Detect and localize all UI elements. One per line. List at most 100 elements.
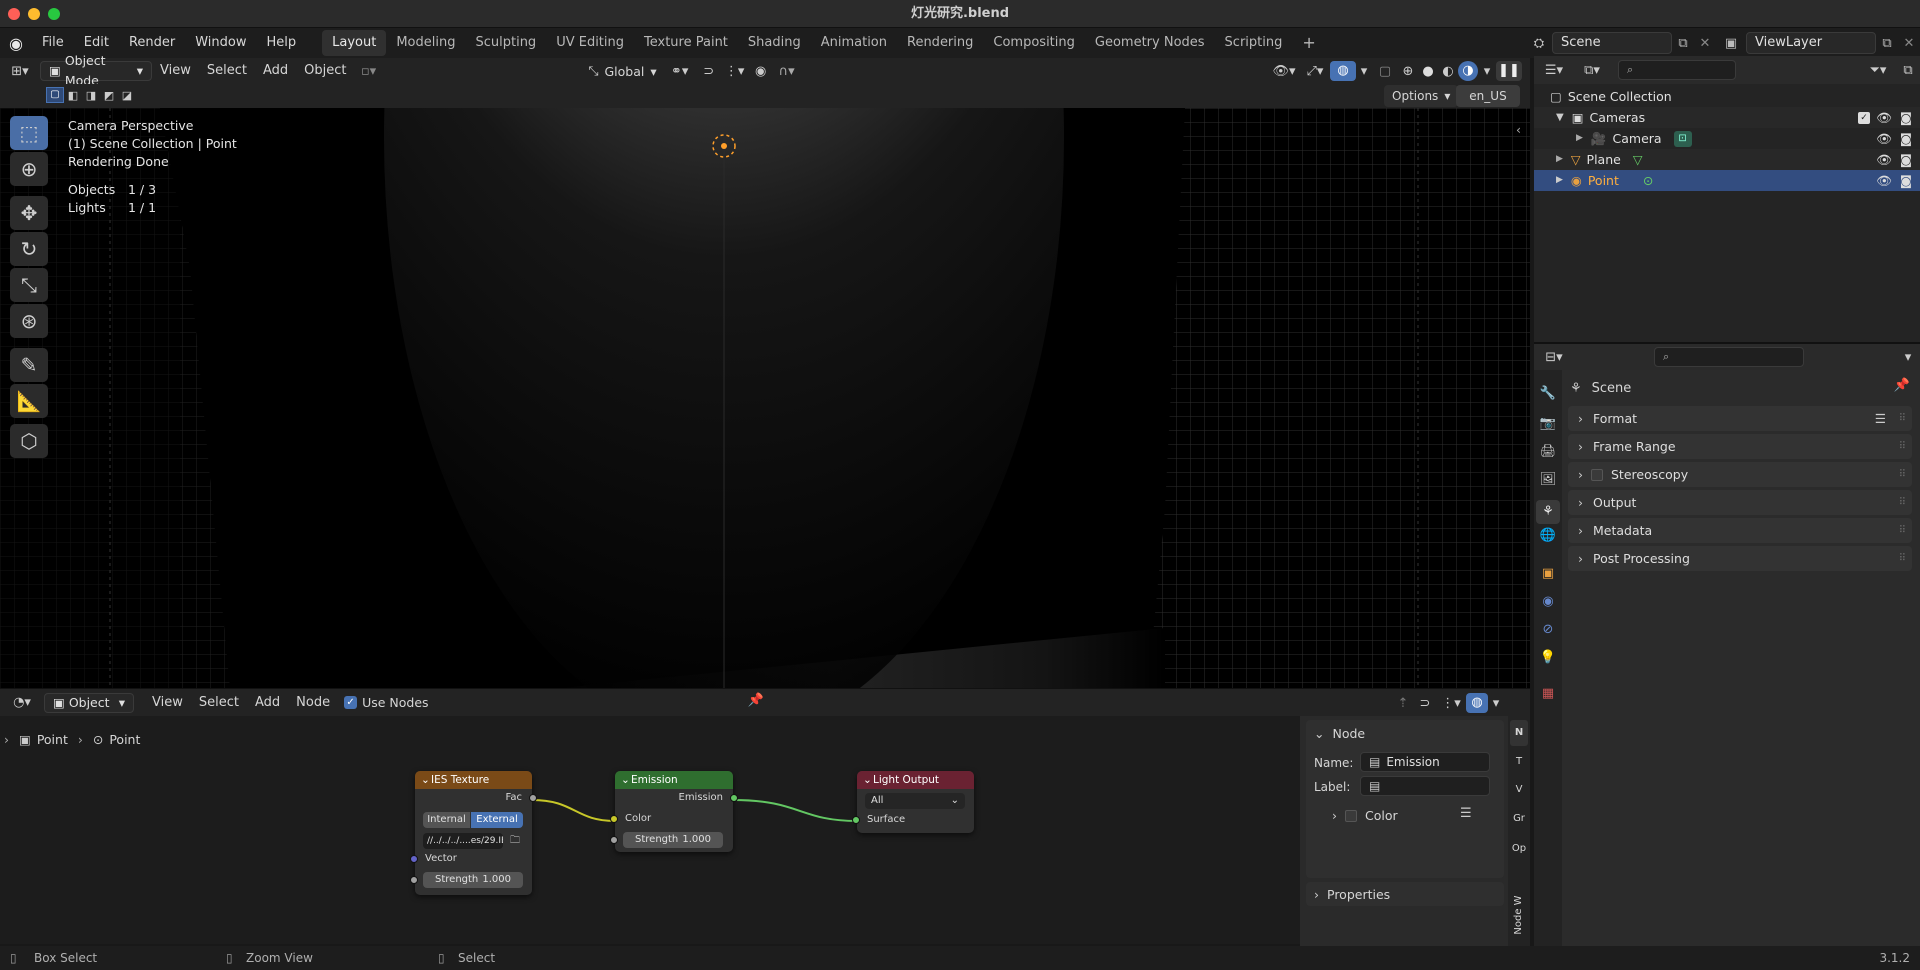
sidebar-tab-view[interactable]: V (1510, 778, 1528, 802)
options-dropdown[interactable]: Options ▾ (1384, 85, 1459, 107)
outliner-search-input[interactable]: ⌕ (1618, 60, 1736, 80)
tab-sculpting[interactable]: Sculpting (465, 30, 546, 56)
viewport-3d[interactable]: ⬚ ⊕ ✥ ↻ ⤡ ⊛ ✎ 📐 ⬡ Camera Perspective (1)… (0, 108, 1530, 688)
tab-compositing[interactable]: Compositing (983, 30, 1085, 56)
shading-dropdown-icon[interactable]: ▾ (1478, 64, 1496, 79)
node-label-field[interactable]: ▤ (1360, 776, 1490, 796)
light-output-target-dropdown[interactable]: All ⌄ (865, 793, 965, 809)
gizmo-icon[interactable]: ⤢▾ (1300, 64, 1330, 79)
pin-icon[interactable]: 📌 (746, 693, 766, 708)
overlays-icon[interactable]: ◍ (1330, 61, 1356, 81)
camera-render-icon[interactable]: ◙ (1900, 170, 1912, 191)
ne-snap-target-icon[interactable]: ⋮▾ (1436, 696, 1466, 711)
snap-icon[interactable]: ⊃ (697, 64, 721, 79)
properties-search-input[interactable]: ⌕ (1654, 347, 1804, 367)
mode-dropdown[interactable]: ▣ Object Mode ▾ (40, 53, 152, 88)
menu-object[interactable]: Object (296, 60, 354, 82)
new-collection-icon[interactable]: ⧉ (1896, 63, 1920, 78)
outliner-row-camera[interactable]: ▶ 🎥 Camera ⊡ 👁 ◙ (1534, 128, 1920, 149)
ne-menu-view[interactable]: View (144, 692, 191, 714)
eye-icon[interactable]: 👁 (1876, 107, 1892, 128)
output-tab-icon[interactable]: 🖨 (1538, 444, 1558, 459)
measure-tool[interactable]: 📐 (10, 384, 48, 418)
light-data-tab-icon[interactable]: 💡 (1538, 650, 1558, 665)
pause-render-icon[interactable]: ❚❚ (1496, 61, 1522, 81)
emission-color-socket[interactable] (610, 815, 618, 823)
annotate-tool[interactable]: ✎ (10, 348, 48, 382)
menu-view[interactable]: View (152, 60, 199, 82)
node-properties-panel[interactable]: › Properties (1306, 882, 1504, 906)
object-type-visibility-icon[interactable]: ▫▾ (354, 64, 382, 79)
menu-add[interactable]: Add (255, 60, 296, 82)
expand-arrow-icon[interactable]: ▶ (1556, 149, 1563, 170)
scene-name-field[interactable]: Scene (1552, 32, 1672, 54)
cursor-tool[interactable]: ⊕ (10, 152, 48, 186)
new-scene-icon[interactable]: ⧉ (1672, 36, 1694, 51)
ne-menu-select[interactable]: Select (191, 692, 247, 714)
ies-strength-field[interactable]: Strength 1.000 (423, 872, 523, 888)
expand-arrow-icon[interactable]: ▼ (1556, 107, 1564, 128)
scale-tool[interactable]: ⤡ (10, 268, 48, 302)
presets-icon[interactable]: ☰ (1875, 406, 1886, 431)
proportional-edit-icon[interactable]: ◉ (749, 64, 773, 79)
outliner-row-point[interactable]: ▶ ◉ Point ⊙ 👁 ◙ (1534, 170, 1920, 191)
snap-target-icon[interactable]: ⋮▾ (721, 64, 749, 79)
constraints-tab-icon[interactable]: ⊘ (1538, 622, 1558, 637)
use-nodes-toggle[interactable]: ✓ Use Nodes (344, 695, 429, 710)
pin-icon[interactable]: 📌 (1894, 378, 1910, 393)
stereoscopy-checkbox[interactable] (1591, 468, 1603, 481)
menu-select[interactable]: Select (199, 60, 255, 82)
move-tool[interactable]: ✥ (10, 196, 48, 230)
world-tab-icon[interactable]: 🌐 (1538, 528, 1558, 543)
drag-handle-icon[interactable]: ⠿ (1899, 434, 1906, 459)
tab-layout[interactable]: Layout (322, 30, 387, 56)
properties-options-icon[interactable]: ▾ (1896, 350, 1920, 365)
panel-post-processing[interactable]: › Post Processing ⠿ (1568, 546, 1912, 571)
parent-tree-icon[interactable]: ⇡ (1392, 696, 1414, 711)
expand-arrow-icon[interactable]: ▶ (1576, 128, 1583, 149)
sidebar-tab-tool[interactable]: T (1510, 750, 1528, 774)
texture-tab-icon[interactable]: ▦ (1538, 686, 1558, 701)
light-output-node[interactable]: ⌄ Light Output All ⌄ Surface (852, 771, 974, 833)
tab-rendering[interactable]: Rendering (897, 30, 983, 56)
ies-external-button[interactable]: External (471, 812, 523, 828)
transform-tool[interactable]: ⊛ (10, 304, 48, 338)
expand-arrow-icon[interactable]: ▶ (1556, 170, 1563, 191)
ies-texture-node[interactable]: ⌄ IES Texture Fac Internal External //../… (410, 771, 537, 895)
eye-icon[interactable]: 👁 (1876, 149, 1892, 170)
add-cube-tool[interactable]: ⬡ (10, 424, 48, 458)
node-color-checkbox[interactable] (1345, 809, 1357, 822)
editor-type-icon[interactable]: ⊞▾ (0, 64, 40, 79)
physics-tab-icon[interactable]: ◉ (1538, 594, 1558, 609)
light-data-icon[interactable]: ⊙ (1643, 170, 1653, 191)
camera-data-icon[interactable]: ⊡ (1673, 130, 1692, 147)
scene-tab-icon[interactable]: ⚘ (1536, 500, 1560, 524)
visibility-icon[interactable]: 👁▾ (1268, 64, 1300, 79)
outliner-row-plane[interactable]: ▶ ▽ Plane ▽ 👁 ◙ (1534, 149, 1920, 170)
outliner[interactable]: ▢ Scene Collection ▼ ▣ Cameras ✓ 👁 ◙ ▶ 🎥… (1534, 84, 1920, 342)
outliner-scene-collection[interactable]: ▢ Scene Collection (1534, 86, 1920, 107)
wireframe-shading-icon[interactable]: ⊕ (1398, 64, 1418, 79)
color-presets-icon[interactable]: ☰ (1460, 806, 1472, 821)
ies-node-header[interactable]: ⌄ IES Texture (415, 771, 532, 789)
view-layer-icon[interactable]: ▣ (1716, 36, 1746, 51)
use-nodes-checkbox[interactable]: ✓ (344, 696, 358, 709)
exclude-checkbox[interactable]: ✓ (1858, 111, 1870, 124)
new-view-layer-icon[interactable]: ⧉ (1876, 36, 1898, 51)
emission-output-socket[interactable] (730, 794, 738, 802)
tab-texture-paint[interactable]: Texture Paint (634, 30, 738, 56)
blender-logo-icon[interactable]: ◉ (0, 34, 32, 53)
ne-overlays-icon[interactable]: ◍ (1466, 693, 1488, 713)
delete-scene-icon[interactable]: ✕ (1694, 36, 1716, 51)
select-subtract-icon[interactable]: ◨ (82, 89, 100, 102)
falloff-icon[interactable]: ∩▾ (773, 64, 801, 79)
xray-icon[interactable]: ▢ (1372, 64, 1398, 79)
language-button[interactable]: en_US (1456, 85, 1520, 107)
sidebar-tab-node[interactable]: N (1510, 720, 1528, 746)
ies-internal-button[interactable]: Internal (423, 812, 470, 828)
properties-editor-icon[interactable]: ⊟▾ (1534, 350, 1574, 365)
camera-render-icon[interactable]: ◙ (1900, 149, 1912, 170)
view-layer-field[interactable]: ViewLayer (1746, 32, 1876, 54)
drag-handle-icon[interactable]: ⠿ (1899, 406, 1906, 431)
outliner-editor-icon[interactable]: ☰▾ (1534, 63, 1574, 78)
